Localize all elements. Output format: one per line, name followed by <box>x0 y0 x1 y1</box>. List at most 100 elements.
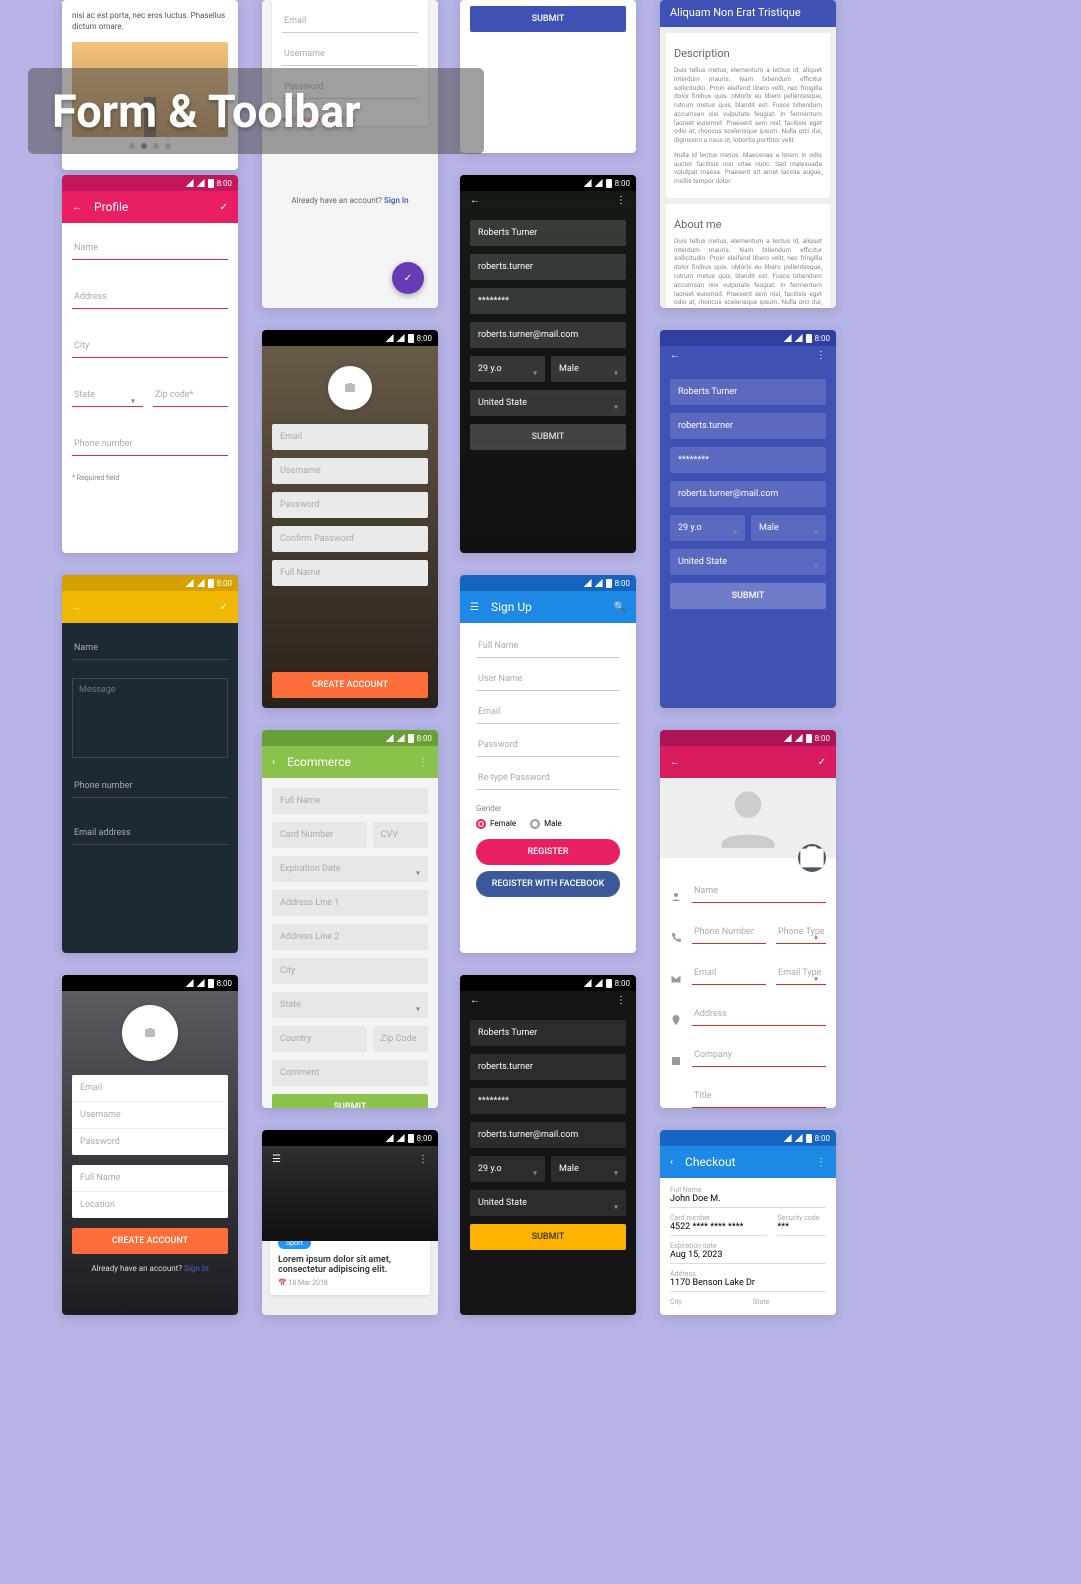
avatar-upload[interactable] <box>328 366 372 410</box>
company-input[interactable] <box>692 1044 826 1067</box>
zip-input[interactable] <box>153 384 228 407</box>
submit-button[interactable]: SUBMIT <box>272 1094 428 1108</box>
check-icon[interactable]: ✓ <box>220 602 228 613</box>
sec-value[interactable]: *** <box>777 1222 826 1236</box>
check-icon[interactable]: ✓ <box>818 757 826 768</box>
more-icon[interactable]: ⋮ <box>616 995 626 1006</box>
submit-button[interactable]: SUBMIT <box>470 1224 626 1250</box>
submit-button[interactable]: SUBMIT <box>470 6 626 32</box>
password-input[interactable] <box>272 492 428 518</box>
search-icon[interactable]: 🔍 <box>614 602 626 613</box>
name-input[interactable] <box>72 237 228 260</box>
fullname-input[interactable] <box>476 635 620 658</box>
female-radio[interactable]: Female <box>476 819 516 829</box>
user-input[interactable] <box>470 1054 626 1080</box>
camera-fab[interactable] <box>798 844 826 872</box>
avatar-upload[interactable] <box>122 1005 178 1061</box>
back-icon[interactable]: ← <box>72 602 82 613</box>
email-input[interactable] <box>470 1122 626 1148</box>
city-input[interactable] <box>272 958 428 984</box>
more-icon[interactable]: ⋮ <box>816 1157 826 1168</box>
age-select[interactable] <box>670 515 745 541</box>
pass-input[interactable] <box>470 1088 626 1114</box>
address-input[interactable] <box>692 1003 826 1026</box>
email-input[interactable] <box>476 701 620 724</box>
username-input[interactable] <box>476 668 620 691</box>
user-input[interactable] <box>470 254 626 280</box>
back-icon[interactable]: ‹ <box>272 757 275 768</box>
more-icon[interactable]: ⋮ <box>816 350 826 361</box>
username-input[interactable] <box>272 458 428 484</box>
name-input[interactable] <box>692 880 826 903</box>
exp-value[interactable]: Aug 15, 2023 <box>670 1250 826 1264</box>
name-input[interactable] <box>470 220 626 246</box>
phone-input[interactable] <box>72 433 228 456</box>
fullname-input[interactable] <box>272 788 428 814</box>
more-icon[interactable]: ⋮ <box>418 1154 428 1165</box>
create-account-button[interactable]: CREATE ACCOUNT <box>272 672 428 698</box>
exp-select[interactable] <box>272 856 428 882</box>
user-input[interactable] <box>670 413 826 439</box>
submit-button[interactable]: SUBMIT <box>670 583 826 609</box>
register-button[interactable]: REGISTER <box>476 839 620 865</box>
gender-select[interactable] <box>551 1156 626 1182</box>
message-textarea[interactable] <box>72 678 228 758</box>
emailtype-select[interactable] <box>776 962 826 985</box>
male-radio[interactable]: Male <box>530 819 562 829</box>
back-icon[interactable]: ← <box>72 202 82 213</box>
addr1-input[interactable] <box>272 890 428 916</box>
more-icon[interactable]: ⋮ <box>418 757 428 768</box>
card-value[interactable]: 4522 **** **** **** <box>670 1222 767 1236</box>
country-select[interactable] <box>470 390 626 416</box>
back-icon[interactable]: ‹ <box>670 1157 673 1168</box>
comment-input[interactable] <box>272 1060 428 1086</box>
email-input[interactable] <box>72 1075 228 1102</box>
name-input[interactable] <box>470 1020 626 1046</box>
gender-select[interactable] <box>551 356 626 382</box>
country-input[interactable] <box>272 1026 367 1052</box>
email-input[interactable] <box>470 322 626 348</box>
addr2-input[interactable] <box>272 924 428 950</box>
back-icon[interactable]: ← <box>670 757 680 768</box>
pass-input[interactable] <box>470 288 626 314</box>
addr-value[interactable]: 1170 Benson Lake Dr <box>670 1278 826 1292</box>
back-icon[interactable]: ← <box>670 350 680 361</box>
check-icon[interactable]: ✓ <box>220 202 228 213</box>
email-input[interactable] <box>670 481 826 507</box>
username-input[interactable] <box>72 1102 228 1129</box>
age-select[interactable] <box>470 1156 545 1182</box>
submit-button[interactable]: SUBMIT <box>470 424 626 450</box>
fullname-input[interactable] <box>272 560 428 586</box>
age-select[interactable] <box>470 356 545 382</box>
confirm-input[interactable] <box>272 526 428 552</box>
back-icon[interactable]: ← <box>470 195 480 206</box>
location-input[interactable] <box>72 1192 228 1218</box>
address-input[interactable] <box>72 286 228 309</box>
country-select[interactable] <box>670 549 826 575</box>
menu-icon[interactable]: ☰ <box>470 602 479 613</box>
cvv-input[interactable] <box>373 822 428 848</box>
more-icon[interactable]: ⋮ <box>616 195 626 206</box>
back-icon[interactable]: ← <box>470 995 480 1006</box>
phone-input[interactable] <box>72 775 228 798</box>
email-input[interactable] <box>272 424 428 450</box>
title-input[interactable] <box>692 1085 826 1108</box>
username-input[interactable] <box>282 43 418 66</box>
state-select[interactable] <box>272 992 428 1018</box>
city-input[interactable] <box>72 335 228 358</box>
name-input[interactable] <box>670 379 826 405</box>
repass-input[interactable] <box>476 767 620 790</box>
fab-check[interactable]: ✓ <box>392 262 424 294</box>
fullname-input[interactable] <box>72 1165 228 1192</box>
phonetype-select[interactable] <box>776 921 826 944</box>
card-input[interactable] <box>272 822 367 848</box>
gender-select[interactable] <box>751 515 826 541</box>
password-input[interactable] <box>72 1129 228 1155</box>
email-input[interactable] <box>692 962 766 985</box>
menu-icon[interactable]: ☰ <box>272 1154 281 1165</box>
country-select[interactable] <box>470 1190 626 1216</box>
create-account-button[interactable]: CREATE ACCOUNT <box>72 1228 228 1254</box>
phone-input[interactable] <box>692 921 766 944</box>
email-input[interactable] <box>282 10 418 33</box>
register-fb-button[interactable]: REGISTER WITH FACEBOOK <box>476 871 620 897</box>
